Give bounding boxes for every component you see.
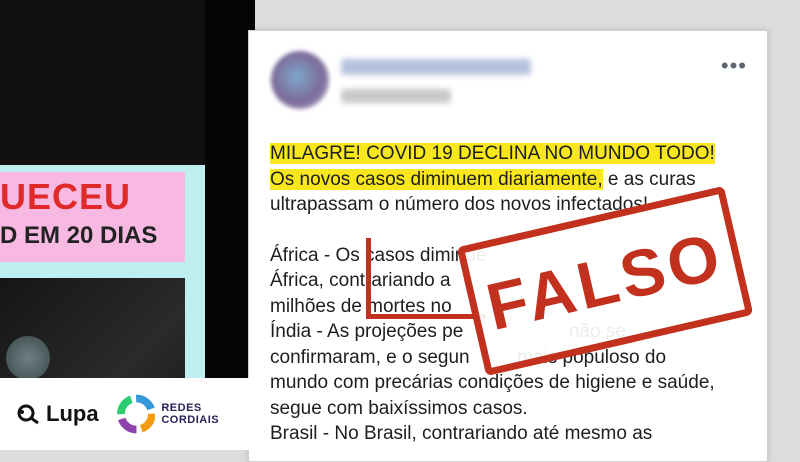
- partner-logos: Lupa REDES CORDIAIS: [0, 378, 260, 450]
- post-text-span: e as curas: [602, 168, 696, 190]
- post-meta-blurred: [341, 89, 451, 103]
- post-line: mundo com precárias condições de higiene…: [270, 372, 715, 393]
- post-line: Os novos casos diminuem diariamente, e a…: [270, 167, 760, 193]
- lupa-text: Lupa: [46, 401, 99, 426]
- highlighted-text: MILAGRE! COVID 19 DECLINA NO MUNDO TODO!: [270, 143, 715, 164]
- thumbnail-headline: UECEU: [0, 176, 132, 217]
- cordiais-ring-icon: [116, 394, 156, 434]
- stamp-connector-line: [366, 238, 371, 318]
- avatar[interactable]: [271, 51, 329, 109]
- magnifier-icon: [17, 404, 39, 425]
- post-line: Brasil - No Brasil, contrariando até mes…: [270, 423, 653, 444]
- more-options-icon[interactable]: •••: [721, 55, 747, 77]
- highlighted-text: Os novos casos diminuem diariamente,: [270, 168, 603, 190]
- post-line: segue com baixíssimos casos.: [270, 397, 528, 419]
- cordiais-text: REDES CORDIAIS: [161, 402, 220, 426]
- redes-cordiais-logo: REDES CORDIAIS: [116, 394, 260, 434]
- author-name-blurred[interactable]: [341, 59, 531, 75]
- stamp-connector-line: [366, 314, 486, 319]
- lupa-logo: Lupa: [16, 401, 99, 427]
- thumbnail-subheadline: D EM 20 DIAS: [0, 222, 158, 249]
- post-line: MILAGRE! COVID 19 DECLINA NO MUNDO TODO!: [270, 141, 760, 167]
- virus-image: [6, 336, 50, 380]
- stamp-label: FALSO: [479, 217, 731, 345]
